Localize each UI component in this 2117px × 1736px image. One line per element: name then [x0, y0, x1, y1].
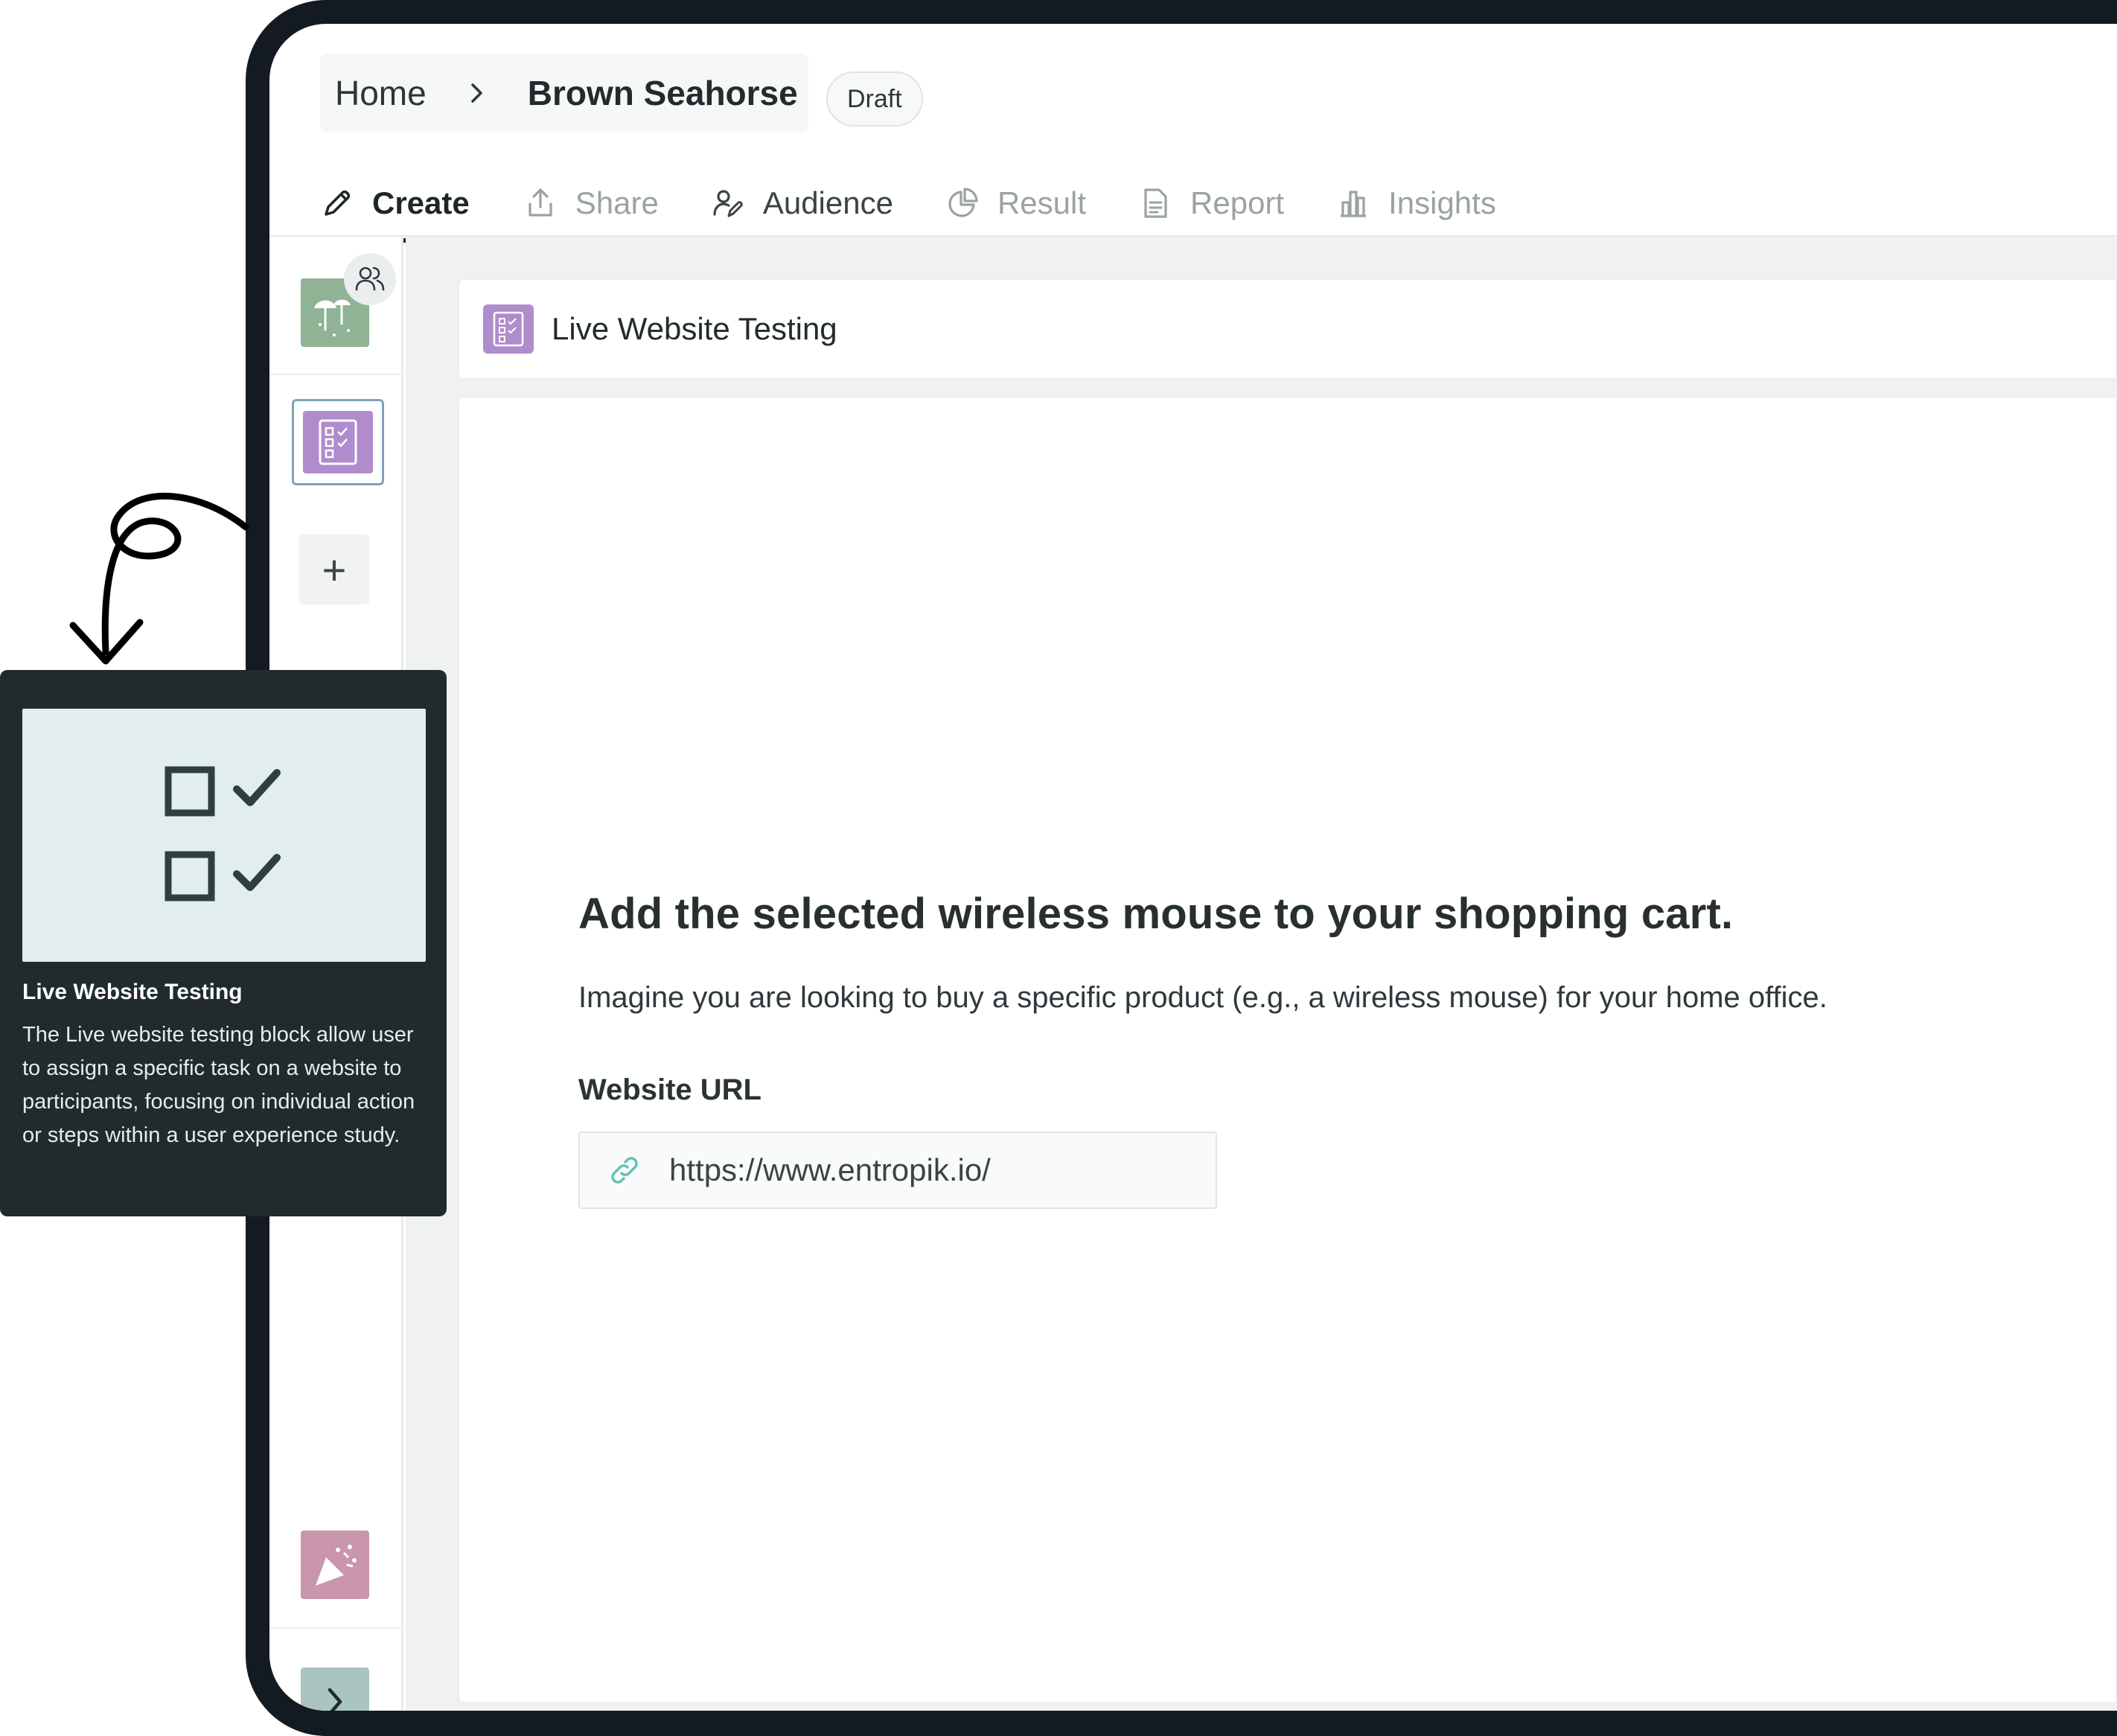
tab-create[interactable]: Create [302, 170, 488, 243]
tab-label: Result [997, 185, 1087, 220]
users-icon[interactable] [344, 253, 396, 305]
block-header: Live Website Testing [458, 278, 2117, 380]
website-url-field[interactable]: https://www.entropik.io/ [578, 1132, 1217, 1209]
tab-label: Report [1190, 185, 1285, 220]
tab-label: Create [372, 185, 470, 220]
task-description[interactable]: Imagine you are looking to buy a specifi… [578, 981, 1827, 1015]
tab-report[interactable]: Report [1138, 170, 1284, 237]
breadcrumb-current[interactable]: Brown Seahorse [528, 73, 798, 113]
sidebar-divider [269, 374, 403, 375]
tab-insights[interactable]: Insights [1336, 170, 1496, 237]
pencil-icon [325, 190, 351, 216]
tab-bar: Create Share Audience Result Report Insi… [302, 170, 1548, 243]
tab-label: Share [575, 185, 659, 220]
block-content: Add the selected wireless mouse to your … [458, 396, 2117, 1703]
document-icon [1144, 188, 1167, 218]
add-block-button[interactable]: + [299, 534, 369, 604]
tab-label: Audience [762, 185, 893, 220]
chevron-right-icon [328, 1688, 342, 1711]
tooltip-preview [22, 709, 426, 962]
bar-chart-icon [1341, 191, 1367, 217]
task-title[interactable]: Add the selected wireless mouse to your … [578, 889, 1733, 939]
chevron-right-icon [456, 76, 498, 110]
tooltip-title: Live Website Testing [22, 980, 243, 1004]
tab-share[interactable]: Share [523, 170, 659, 237]
pie-chart-icon [948, 188, 978, 217]
checklist-icon [483, 304, 534, 354]
breadcrumb: Home Brown Seahorse [320, 54, 808, 133]
checklist-icon [319, 419, 357, 465]
tooltip-description: The Live website testing block allow use… [22, 1023, 415, 1147]
tab-audience[interactable]: Audience [711, 170, 893, 237]
website-url-label: Website URL [578, 1073, 761, 1106]
curved-arrow-icon [69, 493, 249, 665]
breadcrumb-home[interactable]: Home [335, 73, 427, 113]
tab-label: Insights [1388, 185, 1496, 220]
sidebar-divider [269, 1627, 403, 1629]
checklist-icon [165, 766, 281, 901]
party-popper-icon [316, 1545, 357, 1586]
live-website-testing-block-thumbnail[interactable] [292, 399, 384, 485]
tab-result[interactable]: Result [945, 170, 1086, 237]
editor-canvas: Live Website Testing Add the selected wi… [406, 237, 2117, 1711]
status-badge: Draft [826, 71, 923, 127]
expand-sidebar-button[interactable] [301, 1668, 369, 1711]
thank-you-block-thumbnail[interactable] [301, 1531, 369, 1599]
audience-icon [713, 190, 743, 217]
website-url-value: https://www.entropik.io/ [669, 1152, 991, 1187]
link-icon [611, 1157, 638, 1184]
app-screen: Home Brown Seahorse Draft Create Share A… [269, 24, 2117, 1711]
share-icon [529, 188, 552, 217]
block-info-tooltip: Live Website Testing The Live website te… [0, 670, 447, 1216]
block-title: Live Website Testing [552, 311, 837, 346]
